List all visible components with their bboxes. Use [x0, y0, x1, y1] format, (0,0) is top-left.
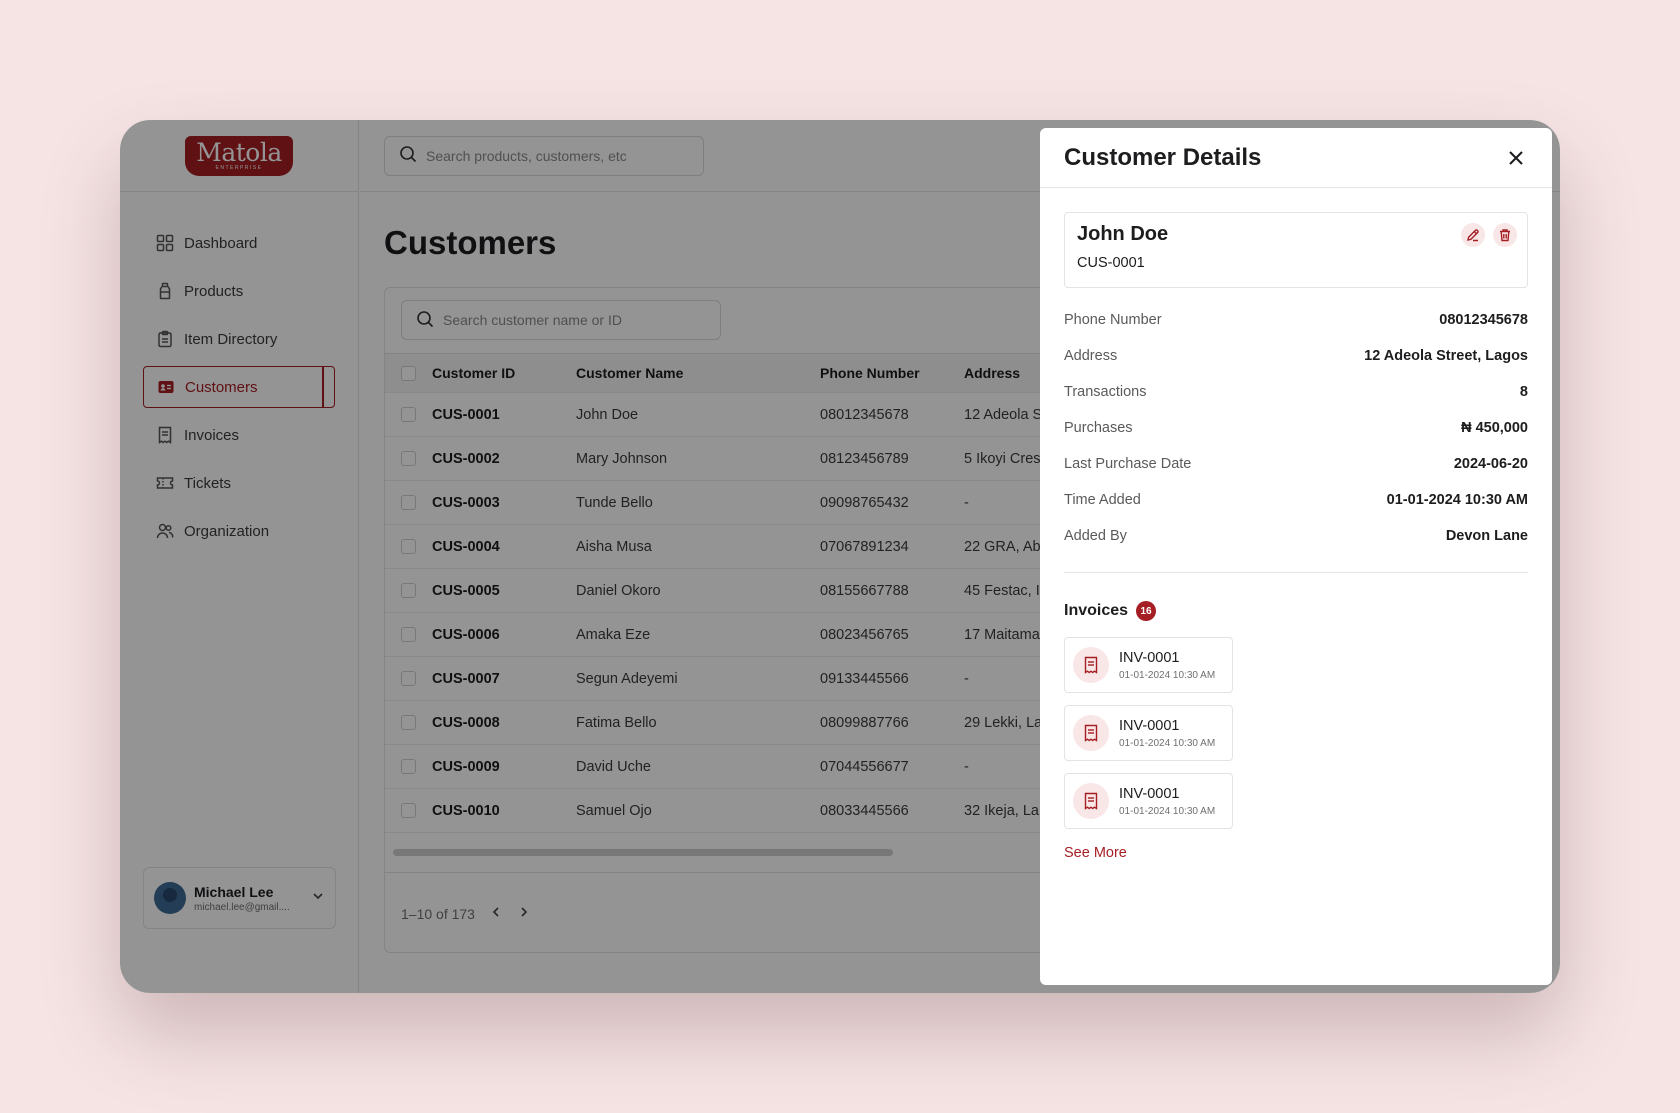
close-button[interactable] [1504, 146, 1528, 170]
detail-value: ₦ 450,000 [1461, 420, 1528, 436]
invoice-list: INV-0001 01-01-2024 10:30 AM INV-0001 01… [1064, 637, 1528, 829]
invoice-item[interactable]: INV-0001 01-01-2024 10:30 AM [1064, 705, 1233, 761]
invoice-date: 01-01-2024 10:30 AM [1119, 805, 1216, 817]
close-icon [1509, 150, 1523, 165]
receipt-icon [1073, 783, 1109, 819]
detail-row-transactions: Transactions 8 [1064, 374, 1528, 410]
invoice-number: INV-0001 [1119, 785, 1180, 802]
see-more-link[interactable]: See More [1064, 845, 1127, 861]
invoices-heading: Invoices 16 [1064, 601, 1528, 621]
drawer-title: Customer Details [1064, 143, 1262, 171]
invoice-info: INV-0001 01-01-2024 10:30 AM [1119, 650, 1215, 681]
detail-value: 01-01-2024 10:30 AM [1386, 492, 1528, 508]
invoice-item[interactable]: INV-0001 01-01-2024 10:30 AM [1064, 637, 1233, 693]
detail-value: 2024-06-20 [1453, 456, 1528, 472]
detail-label: Time Added [1064, 492, 1141, 508]
detail-label: Phone Number [1064, 312, 1162, 328]
invoice-item[interactable]: INV-0001 01-01-2024 10:30 AM [1064, 773, 1233, 829]
detail-label: Purchases [1064, 420, 1133, 436]
invoice-date: 01-01-2024 10:30 AM [1119, 737, 1216, 749]
divider [1064, 572, 1528, 573]
detail-label: Last Purchase Date [1064, 456, 1192, 472]
detail-row-purchases: Purchases ₦ 450,000 [1064, 410, 1528, 446]
app-window: Matola ENTERPRISE Dashboard Products Ite… [120, 120, 1560, 993]
customer-id: CUS-0001 [1077, 255, 1145, 271]
detail-label: Address [1064, 348, 1118, 364]
detail-label: Transactions [1064, 384, 1147, 400]
detail-row-time-added: Time Added 01-01-2024 10:30 AM [1064, 482, 1528, 518]
invoice-date: 01-01-2024 10:30 AM [1119, 669, 1216, 681]
invoice-info: INV-0001 01-01-2024 10:30 AM [1119, 786, 1215, 817]
customer-details-drawer: Customer Details John Doe CUS-0001 Phone… [1040, 128, 1552, 985]
customer-summary-card: John Doe CUS-0001 [1064, 212, 1528, 288]
pencil-icon [1467, 229, 1479, 242]
drawer-header: Customer Details [1040, 128, 1552, 188]
edit-button[interactable] [1461, 223, 1485, 247]
delete-button[interactable] [1493, 223, 1517, 247]
trash-icon [1500, 229, 1510, 242]
invoice-info: INV-0001 01-01-2024 10:30 AM [1119, 718, 1215, 749]
invoice-number: INV-0001 [1119, 649, 1180, 666]
invoices-title: Invoices [1064, 602, 1129, 619]
invoice-number: INV-0001 [1119, 717, 1180, 734]
detail-label: Added By [1064, 528, 1127, 544]
detail-row-added-by: Added By Devon Lane [1064, 518, 1528, 554]
detail-row-last-purchase: Last Purchase Date 2024-06-20 [1064, 446, 1528, 482]
detail-row-address: Address 12 Adeola Street, Lagos [1064, 338, 1528, 374]
receipt-icon [1073, 647, 1109, 683]
detail-value: 12 Adeola Street, Lagos [1364, 348, 1528, 364]
customer-detail-list: Phone Number 08012345678 Address 12 Adeo… [1064, 302, 1528, 554]
customer-actions [1461, 223, 1517, 247]
receipt-icon [1073, 715, 1109, 751]
detail-value: 08012345678 [1439, 312, 1528, 328]
detail-row-phone: Phone Number 08012345678 [1064, 302, 1528, 338]
detail-value: Devon Lane [1445, 528, 1528, 544]
drawer-body: John Doe CUS-0001 Phone Number 080123456… [1040, 188, 1552, 886]
customer-name: John Doe [1077, 223, 1169, 245]
invoices-count-badge: 16 [1136, 601, 1157, 621]
detail-value: 8 [1519, 384, 1528, 400]
